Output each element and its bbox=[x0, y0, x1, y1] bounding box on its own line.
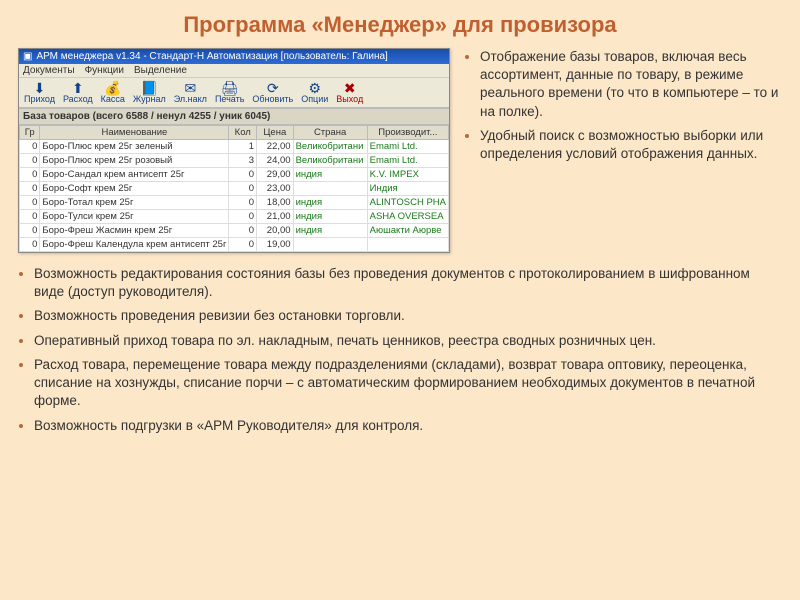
arrow-in-icon: ⬇ bbox=[34, 81, 46, 95]
table-row[interactable]: 0Боро-Тотал крем 25г018,00индияALINTOSCH… bbox=[20, 196, 449, 210]
col-maker[interactable]: Производит... bbox=[367, 126, 448, 140]
list-item: Оперативный приход товара по эл. накладн… bbox=[34, 332, 782, 350]
slide-title: Программа «Менеджер» для провизора bbox=[18, 12, 782, 38]
list-item: Возможность проведения ревизии без остан… bbox=[34, 307, 782, 325]
list-item: Возможность подгрузки в «АРМ Руководител… bbox=[34, 417, 782, 435]
menu-documents[interactable]: Документы bbox=[23, 65, 75, 76]
list-item: Возможность редактирования состояния баз… bbox=[34, 265, 782, 301]
tb-jurnal[interactable]: 📘Журнал bbox=[130, 80, 169, 105]
refresh-icon: ⟳ bbox=[267, 81, 279, 95]
tb-prihod[interactable]: ⬇Приход bbox=[21, 80, 58, 105]
tb-print[interactable]: 🖨Печать bbox=[212, 80, 247, 105]
table-row[interactable]: 0Боро-Плюс крем 25г розовый324,00Великоб… bbox=[20, 154, 449, 168]
table-row[interactable]: 0Боро-Плюс крем 25г зеленый122,00Великоб… bbox=[20, 140, 449, 154]
bottom-bullets: Возможность редактирования состояния баз… bbox=[18, 265, 782, 435]
app-titlebar: ▣ АРМ менеджера v1.34 - Стандарт-Н Автом… bbox=[19, 49, 449, 64]
table-row[interactable]: 0Боро-Софт крем 25г023,00Индия bbox=[20, 182, 449, 196]
menu-functions[interactable]: Функции bbox=[85, 65, 124, 76]
list-item: Удобный поиск с возможностью выборки или… bbox=[480, 127, 782, 163]
col-name[interactable]: Наименование bbox=[40, 126, 229, 140]
product-table: Гр Наименование Кол Цена Страна Производ… bbox=[19, 125, 449, 252]
base-header: База товаров (всего 6588 / ненул 4255 / … bbox=[19, 108, 449, 125]
menu-selection[interactable]: Выделение bbox=[134, 65, 187, 76]
tb-refresh[interactable]: ⟳Обновить bbox=[249, 80, 296, 105]
app-menubar: Документы Функции Выделение bbox=[19, 64, 449, 78]
app-icon: ▣ bbox=[23, 51, 32, 62]
book-icon: 📘 bbox=[141, 81, 158, 95]
exit-icon: ✖ bbox=[344, 81, 356, 95]
gear-icon: ⚙ bbox=[308, 81, 321, 95]
list-item: Расход товара, перемещение товара между … bbox=[34, 356, 782, 411]
cash-icon: 💰 bbox=[104, 81, 121, 95]
list-item: Отображение базы товаров, включая весь а… bbox=[480, 48, 782, 121]
printer-icon: 🖨 bbox=[221, 81, 239, 95]
tb-rashod[interactable]: ⬆Расход bbox=[60, 80, 96, 105]
app-screenshot: ▣ АРМ менеджера v1.34 - Стандарт-Н Автом… bbox=[18, 48, 450, 253]
app-title-text: АРМ менеджера v1.34 - Стандарт-Н Автомат… bbox=[36, 51, 387, 62]
arrow-out-icon: ⬆ bbox=[72, 81, 84, 95]
tb-exit[interactable]: ✖Выход bbox=[333, 80, 366, 105]
col-kol[interactable]: Кол bbox=[229, 126, 257, 140]
app-toolbar: ⬇Приход ⬆Расход 💰Касса 📘Журнал ✉Эл.накл … bbox=[19, 78, 449, 108]
table-row[interactable]: 0Боро-Фреш Календула крем антисепт 25г01… bbox=[20, 238, 449, 252]
col-price[interactable]: Цена bbox=[257, 126, 294, 140]
table-row[interactable]: 0Боро-Сандал крем антисепт 25г029,00инди… bbox=[20, 168, 449, 182]
tb-options[interactable]: ⚙Опции bbox=[298, 80, 331, 105]
col-gr[interactable]: Гр bbox=[20, 126, 40, 140]
right-bullets: Отображение базы товаров, включая весь а… bbox=[464, 48, 782, 169]
tb-kassa[interactable]: 💰Касса bbox=[98, 80, 128, 105]
table-row[interactable]: 0Боро-Фреш Жасмин крем 25г020,00индияАюш… bbox=[20, 224, 449, 238]
col-country[interactable]: Страна bbox=[293, 126, 367, 140]
mail-icon: ✉ bbox=[184, 81, 196, 95]
table-row[interactable]: 0Боро-Тулси крем 25г021,00индияASHA OVER… bbox=[20, 210, 449, 224]
tb-elnakl[interactable]: ✉Эл.накл bbox=[171, 80, 210, 105]
